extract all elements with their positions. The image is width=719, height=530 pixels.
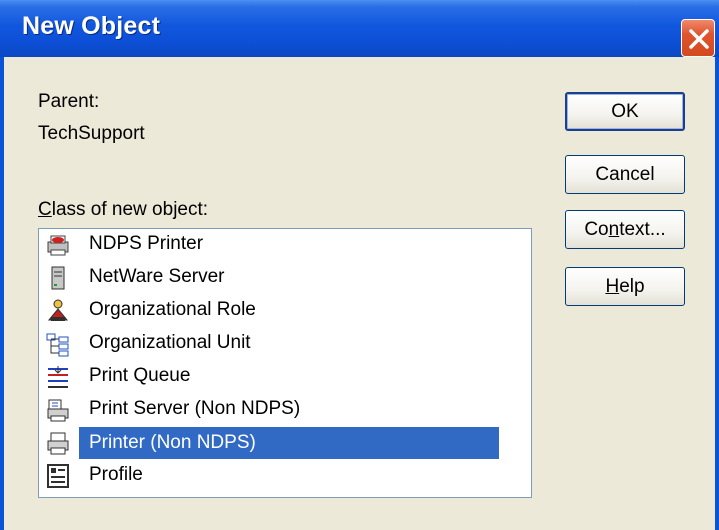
- context-label-start: Co: [584, 219, 609, 240]
- list-item[interactable]: Print Queue: [41, 361, 501, 393]
- organizational-unit-icon: [46, 333, 69, 357]
- context-button[interactable]: Context...: [565, 210, 685, 249]
- window-title: New Object: [22, 12, 161, 40]
- list-item[interactable]: Organizational Role: [41, 295, 501, 327]
- list-item[interactable]: Organizational Unit: [41, 328, 501, 360]
- list-item-label: Printer (Non NDPS): [89, 432, 256, 453]
- title-bar[interactable]: New Object: [0, 0, 719, 57]
- close-button[interactable]: [681, 19, 715, 57]
- list-item[interactable]: Profile: [41, 460, 501, 492]
- cancel-button[interactable]: Cancel: [565, 155, 685, 194]
- help-accelerator: H: [605, 276, 620, 297]
- class-listbox[interactable]: NDPS Printer NetWare Server Organization…: [38, 228, 532, 498]
- help-button[interactable]: Help: [565, 267, 685, 306]
- new-object-dialog: New Object Parent: TechSupport Class of …: [0, 0, 719, 530]
- context-label-end: text...: [619, 219, 666, 240]
- list-item-label: Organizational Role: [89, 299, 256, 320]
- list-item[interactable]: NDPS Printer: [41, 229, 501, 261]
- print-server-icon: [47, 399, 69, 422]
- class-label-text: lass of new object:: [51, 199, 209, 220]
- list-item-label: Organizational Unit: [89, 332, 251, 353]
- printer-icon: [47, 432, 69, 455]
- ndps-printer-icon: [47, 235, 69, 256]
- list-item-label: NetWare Server: [89, 266, 225, 287]
- class-label-accelerator: C: [38, 199, 52, 220]
- context-accelerator: n: [608, 219, 620, 240]
- list-item-label: Print Queue: [89, 365, 191, 386]
- list-item-label: Profile: [89, 464, 143, 485]
- list-item[interactable]: Print Server (Non NDPS): [41, 394, 501, 426]
- close-icon: [689, 29, 709, 49]
- print-queue-icon: [48, 366, 68, 388]
- help-label-end: elp: [619, 276, 645, 297]
- parent-value: TechSupport: [38, 123, 145, 144]
- list-item-selected[interactable]: Printer (Non NDPS): [41, 427, 501, 459]
- list-item-label: Print Server (Non NDPS): [89, 398, 301, 419]
- server-icon: [51, 266, 65, 290]
- organizational-role-icon: [47, 299, 69, 321]
- parent-label: Parent:: [38, 91, 100, 112]
- ok-button[interactable]: OK: [565, 92, 685, 131]
- list-item[interactable]: NetWare Server: [41, 262, 501, 294]
- list-item-label: NDPS Printer: [89, 233, 204, 254]
- class-of-new-object-label: Class of new object:: [38, 199, 208, 221]
- profile-icon: [47, 464, 69, 488]
